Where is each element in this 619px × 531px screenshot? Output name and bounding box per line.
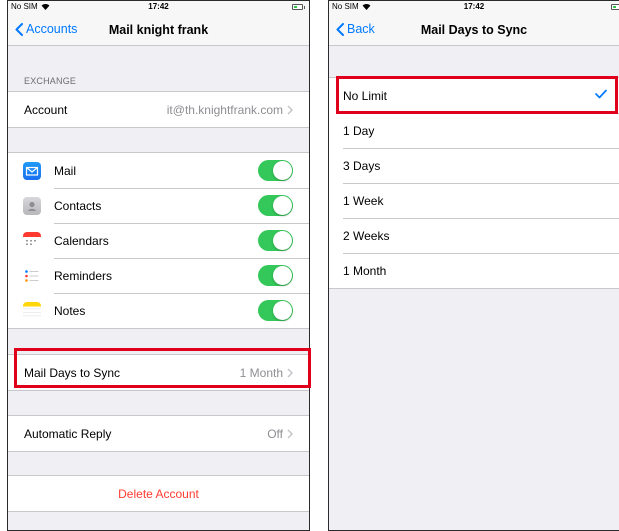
page-title: Mail Days to Sync <box>420 23 528 37</box>
auto-reply-group: Automatic Reply Off <box>8 415 309 452</box>
notes-icon <box>23 301 41 320</box>
option-1-month[interactable]: 1 Month <box>329 253 619 288</box>
account-label: Account <box>24 102 68 117</box>
status-time: 17:42 <box>148 2 169 11</box>
contacts-toggle[interactable] <box>258 195 293 216</box>
page-title: Mail knight frank <box>108 23 209 37</box>
reminders-icon <box>23 266 41 285</box>
battery-icon <box>611 4 619 10</box>
option-1-day[interactable]: 1 Day <box>329 113 619 148</box>
account-group: Account it@th.knightfrank.com <box>8 91 309 128</box>
service-row-reminders: Reminders <box>8 258 309 293</box>
mail-icon <box>23 161 41 180</box>
section-header-exchange: EXCHANGE <box>24 76 77 86</box>
services-group: Mail Contacts Calendars Reminders Notes <box>8 152 309 329</box>
chevron-right-icon <box>287 428 293 439</box>
navigation-bar: Back Mail Days to Sync <box>329 13 619 46</box>
reminders-toggle[interactable] <box>258 265 293 286</box>
status-bar: No SIM 17:42 <box>329 1 619 13</box>
delete-account-button[interactable]: Delete Account <box>8 476 309 511</box>
mail-toggle[interactable] <box>258 160 293 181</box>
calendar-icon <box>23 231 41 250</box>
delete-group: Delete Account <box>8 475 309 512</box>
service-row-mail: Mail <box>8 153 309 188</box>
chevron-right-icon <box>287 104 293 115</box>
status-bar: No SIM 17:42 <box>8 1 309 13</box>
automatic-reply-label: Automatic Reply <box>24 426 112 441</box>
account-settings-screen: No SIM 17:42 Accounts Mail knight frank … <box>7 0 310 531</box>
battery-icon <box>292 4 303 10</box>
account-row[interactable]: Account it@th.knightfrank.com <box>8 92 309 127</box>
account-email: it@th.knightfrank.com <box>166 102 283 117</box>
contacts-icon <box>23 196 41 215</box>
highlight-box-sync-row <box>14 348 311 388</box>
service-row-contacts: Contacts <box>8 188 309 223</box>
service-row-notes: Notes <box>8 293 309 328</box>
service-row-calendars: Calendars <box>8 223 309 258</box>
status-time: 17:42 <box>463 2 485 11</box>
automatic-reply-row[interactable]: Automatic Reply Off <box>8 416 309 451</box>
notes-toggle[interactable] <box>258 300 293 321</box>
option-1-week[interactable]: 1 Week <box>329 183 619 218</box>
automatic-reply-value: Off <box>267 426 283 441</box>
calendars-toggle[interactable] <box>258 230 293 251</box>
option-2-weeks[interactable]: 2 Weeks <box>329 218 619 253</box>
highlight-box-no-limit <box>336 76 618 114</box>
option-3-days[interactable]: 3 Days <box>329 148 619 183</box>
navigation-bar: Accounts Mail knight frank <box>8 13 309 46</box>
